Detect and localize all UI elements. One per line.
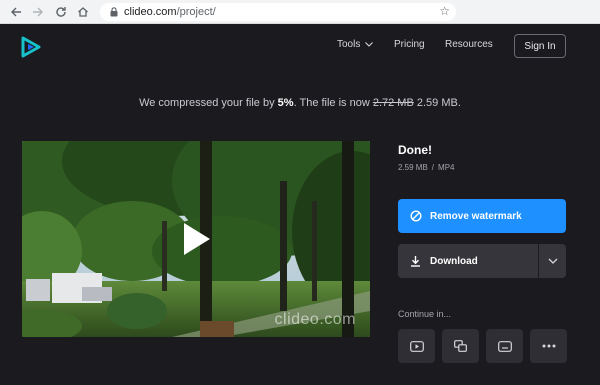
remove-watermark-button[interactable]: Remove watermark bbox=[398, 199, 566, 233]
nav-tools[interactable]: Tools bbox=[337, 39, 374, 50]
star-icon[interactable]: ☆ bbox=[439, 4, 450, 18]
url-path: /project/ bbox=[176, 6, 216, 18]
download-button[interactable]: Download bbox=[398, 244, 538, 278]
nav-tools-label: Tools bbox=[337, 39, 361, 50]
merge-icon bbox=[454, 340, 467, 352]
url-host: clideo.com bbox=[124, 6, 177, 18]
no-watermark-icon bbox=[410, 210, 422, 222]
browser-toolbar: clideo.com/project/ ☆ bbox=[0, 0, 600, 24]
continue-video-player-button[interactable] bbox=[398, 329, 435, 363]
nav-pricing[interactable]: Pricing bbox=[394, 39, 425, 50]
video-player-icon bbox=[409, 340, 424, 352]
subtitles-icon bbox=[497, 340, 512, 352]
download-label: Download bbox=[430, 255, 478, 267]
download-options-button[interactable] bbox=[539, 244, 566, 278]
video-preview[interactable]: clideo.com bbox=[22, 141, 370, 337]
address-bar[interactable]: clideo.com/project/ ☆ bbox=[100, 3, 456, 21]
meta-separator: / bbox=[431, 163, 435, 172]
continue-merge-button[interactable] bbox=[442, 329, 479, 363]
result-title: Done! bbox=[398, 143, 432, 157]
file-size: 2.59 MB bbox=[398, 163, 428, 172]
remove-watermark-label: Remove watermark bbox=[430, 210, 522, 222]
download-icon bbox=[410, 255, 421, 267]
forward-icon[interactable] bbox=[28, 2, 48, 22]
file-meta: 2.59 MB / MP4 bbox=[398, 163, 454, 172]
nav-resources[interactable]: Resources bbox=[445, 39, 493, 50]
chevron-down-icon bbox=[365, 42, 374, 47]
back-icon[interactable] bbox=[6, 2, 26, 22]
continue-in-label: Continue in... bbox=[398, 309, 452, 319]
video-watermark: clideo.com bbox=[274, 311, 356, 328]
site-header: Tools Pricing Resources Sign In bbox=[0, 24, 600, 68]
continue-more-button[interactable] bbox=[530, 329, 567, 363]
continue-subtitles-button[interactable] bbox=[486, 329, 523, 363]
more-icon bbox=[542, 344, 556, 348]
old-file-size: 2.72 MB bbox=[372, 97, 414, 109]
chevron-down-icon bbox=[548, 258, 558, 264]
sign-in-button[interactable]: Sign In bbox=[514, 34, 566, 58]
compression-percent: 5% bbox=[277, 97, 294, 109]
message-middle: . The file is now bbox=[293, 97, 373, 109]
new-file-size: 2.59 MB. bbox=[416, 97, 461, 109]
reload-icon[interactable] bbox=[51, 2, 71, 22]
home-icon[interactable] bbox=[73, 2, 93, 22]
lock-icon bbox=[110, 7, 118, 17]
clideo-logo[interactable] bbox=[20, 36, 42, 58]
compression-message: We compressed your file by 5%. The file … bbox=[0, 97, 600, 109]
message-prefix: We compressed your file by bbox=[139, 97, 278, 109]
play-icon[interactable] bbox=[182, 221, 212, 257]
file-format: MP4 bbox=[438, 163, 455, 172]
